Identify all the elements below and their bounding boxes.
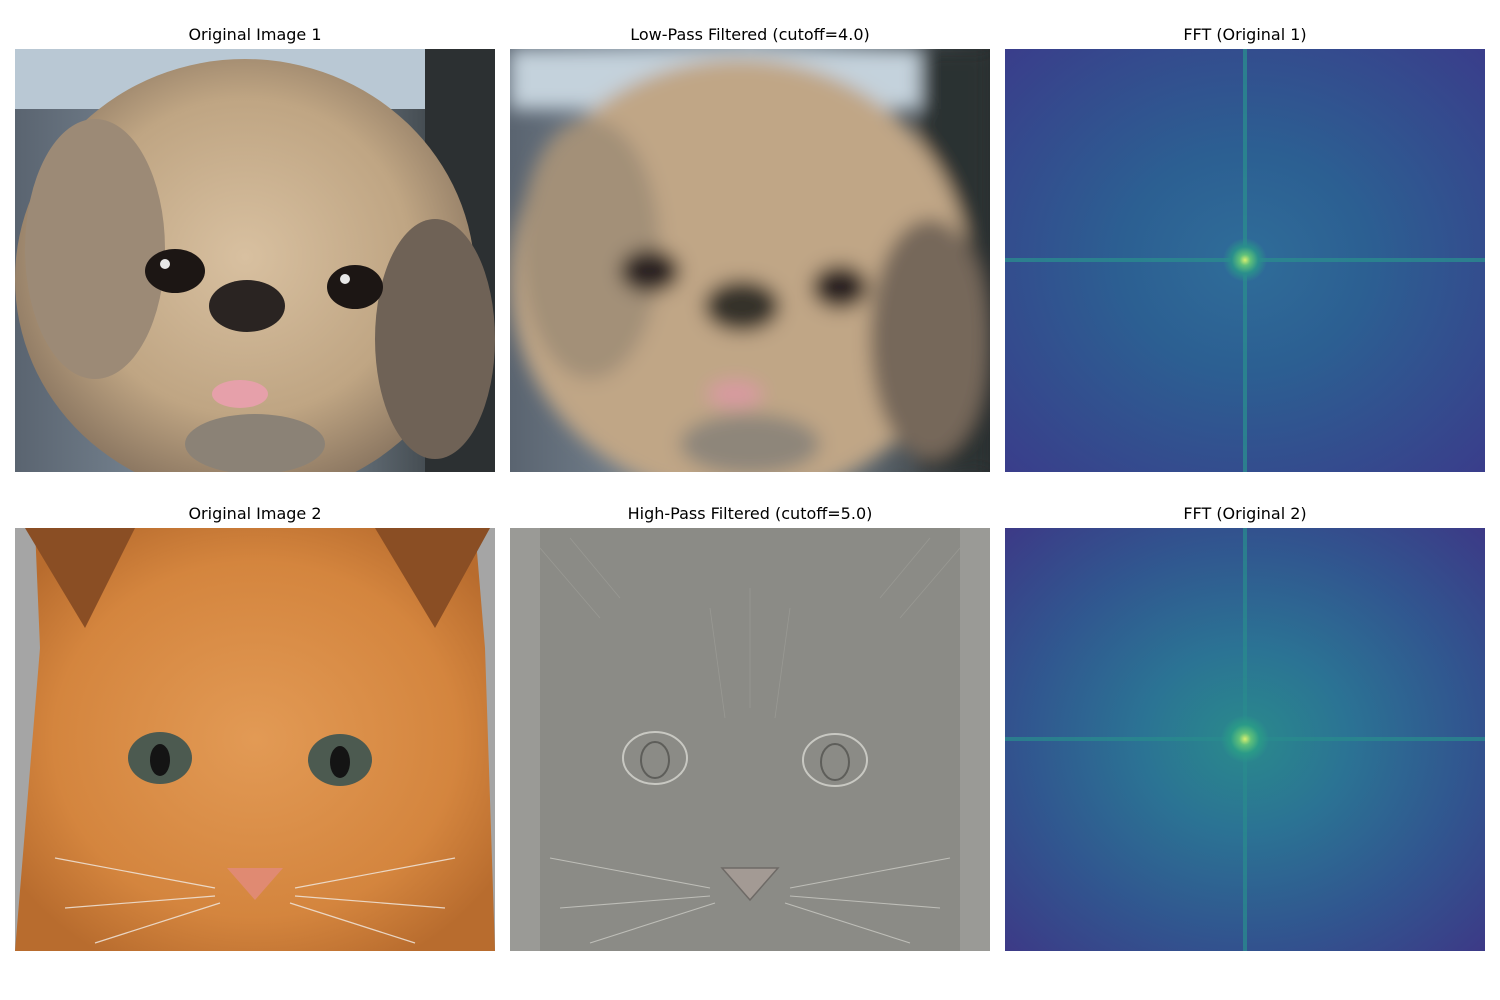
panel-title: Original Image 1 [188, 25, 322, 44]
cat-photo [15, 528, 495, 951]
fft-spectrum-2 [1005, 528, 1485, 951]
panel-title: FFT (Original 1) [1183, 25, 1307, 44]
dog-photo [15, 49, 495, 472]
cat-edges-photo [510, 528, 990, 951]
panel-title: FFT (Original 2) [1183, 504, 1307, 523]
panel-title: High-Pass Filtered (cutoff=5.0) [627, 504, 873, 523]
panel-title: Original Image 2 [188, 504, 322, 523]
fft-spectrum-1 [1005, 49, 1485, 472]
panel-title: Low-Pass Filtered (cutoff=4.0) [630, 25, 870, 44]
dog-blurred-photo [510, 49, 990, 472]
